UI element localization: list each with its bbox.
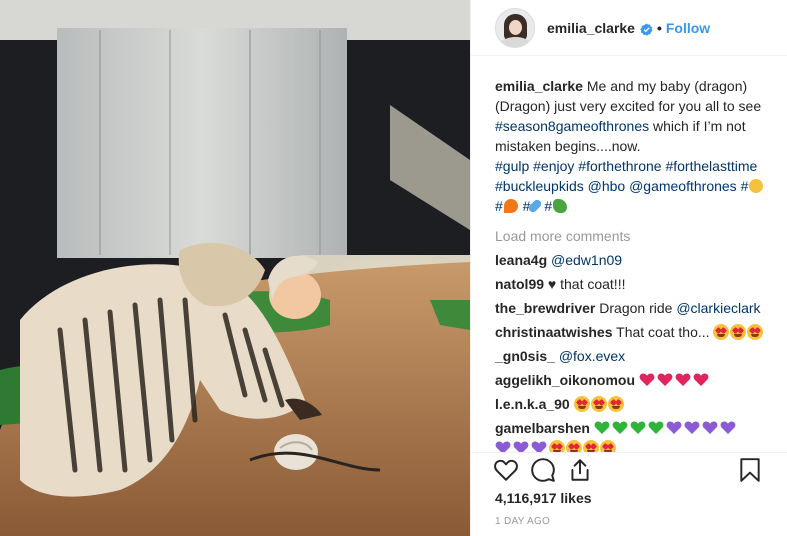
caption: emilia_clarke Me and my baby (dragon) (D… xyxy=(495,76,770,216)
comment-username[interactable]: the_brewdriver xyxy=(495,300,595,316)
shocked-face-emoji xyxy=(749,179,764,193)
heart-eyes-emoji xyxy=(747,324,764,340)
green-heart-emoji xyxy=(612,421,628,434)
heart-eyes-emoji xyxy=(590,396,607,412)
purple-heart-emoji xyxy=(495,441,511,452)
green-heart-emoji xyxy=(594,421,610,434)
load-more-comments[interactable]: Load more comments xyxy=(495,226,770,246)
photo-illustration xyxy=(0,0,470,536)
red-heart-emoji xyxy=(675,373,691,386)
comment-row: _gn0sis_ @fox.evex xyxy=(495,346,770,366)
comment-text: That coat tho... xyxy=(616,324,710,340)
comment-icon[interactable] xyxy=(530,457,556,483)
red-heart-emoji xyxy=(693,373,709,386)
comment-row: the_brewdriver Dragon ride @clarkieclark xyxy=(495,298,770,318)
comment-text: Dragon ride xyxy=(599,300,673,316)
share-icon[interactable] xyxy=(567,457,593,483)
red-heart-emoji xyxy=(657,373,673,386)
dragon-emoji xyxy=(553,199,568,213)
comment-username[interactable]: _gn0sis_ xyxy=(495,348,555,364)
comment-row: gamelbarshen xyxy=(495,418,770,452)
heart-eyes-emoji xyxy=(730,324,747,340)
comment-text[interactable]: @edw1n09 xyxy=(551,252,622,268)
comment-mention[interactable]: @fox.evex xyxy=(559,348,625,364)
post-photo[interactable] xyxy=(0,0,470,536)
bookmark-icon[interactable] xyxy=(737,457,763,483)
purple-heart-emoji xyxy=(684,421,700,434)
comment-row: l.e.n.k.a_90 xyxy=(495,394,770,414)
avatar[interactable] xyxy=(495,7,535,48)
heart-eyes-emoji xyxy=(549,440,565,452)
purple-heart-emoji xyxy=(702,421,718,434)
verified-badge-icon xyxy=(640,23,653,36)
comments-list: emilia_clarke Me and my baby (dragon) (D… xyxy=(495,76,770,452)
caption-username[interactable]: emilia_clarke xyxy=(495,78,583,94)
avatar-shoulder xyxy=(500,36,531,47)
post-sidebar: emilia_clarke • Follow emilia_clarke Me … xyxy=(470,0,787,536)
hashtag-season8[interactable]: #season8gameofthrones xyxy=(495,118,649,134)
comment-mention[interactable]: @clarkieclark xyxy=(676,300,760,316)
follow-button[interactable]: Follow xyxy=(666,20,710,36)
comment-row: christinaatwishes That coat tho... xyxy=(495,322,770,342)
instagram-post: emilia_clarke • Follow emilia_clarke Me … xyxy=(0,0,787,536)
hashtag-dragon[interactable]: # xyxy=(540,198,552,214)
purple-heart-emoji xyxy=(720,421,736,434)
comment-username[interactable]: natol99 xyxy=(495,276,544,292)
heart-eyes-emoji xyxy=(713,324,730,340)
comment-username[interactable]: gamelbarshen xyxy=(495,420,590,436)
purple-heart-emoji xyxy=(666,421,682,434)
green-heart-emoji xyxy=(648,421,664,434)
comment-username[interactable]: leana4g xyxy=(495,252,547,268)
post-header: emilia_clarke • Follow xyxy=(471,0,787,56)
heart-eyes-emoji xyxy=(583,440,599,452)
username-link[interactable]: emilia_clarke xyxy=(547,20,635,36)
likes-count[interactable]: 4,116,917 likes xyxy=(495,490,592,506)
hashtag-line[interactable]: #gulp #enjoy #forthethrone #forthelastti… xyxy=(495,158,757,194)
comment-row: aggelikh_oikonomou xyxy=(495,370,770,390)
comment-username[interactable]: aggelikh_oikonomou xyxy=(495,372,635,388)
red-heart-emoji xyxy=(639,373,655,386)
green-heart-emoji xyxy=(630,421,646,434)
purple-heart-emoji xyxy=(531,441,547,452)
separator-dot: • xyxy=(656,19,662,36)
hashtag-fire[interactable]: # xyxy=(495,198,503,214)
comment-row: leana4g @edw1n09 xyxy=(495,250,770,270)
comment-username[interactable]: l.e.n.k.a_90 xyxy=(495,396,570,412)
heart-icon[interactable] xyxy=(493,457,519,483)
heart-eyes-emoji xyxy=(573,396,590,412)
post-actions: 4,116,917 likes 1 DAY AGO xyxy=(471,452,787,536)
fire-emoji xyxy=(503,199,518,213)
comment-username[interactable]: christinaatwishes xyxy=(495,324,613,340)
comment-text: ♥ that coat!!! xyxy=(547,276,626,292)
purple-heart-emoji xyxy=(513,441,529,452)
avatar-face xyxy=(509,19,522,35)
post-timestamp[interactable]: 1 DAY AGO xyxy=(495,516,550,527)
heart-eyes-emoji xyxy=(566,440,582,452)
comment-row: natol99 ♥ that coat!!! xyxy=(495,274,770,294)
heart-eyes-emoji xyxy=(600,440,616,452)
heart-eyes-emoji xyxy=(607,396,624,412)
